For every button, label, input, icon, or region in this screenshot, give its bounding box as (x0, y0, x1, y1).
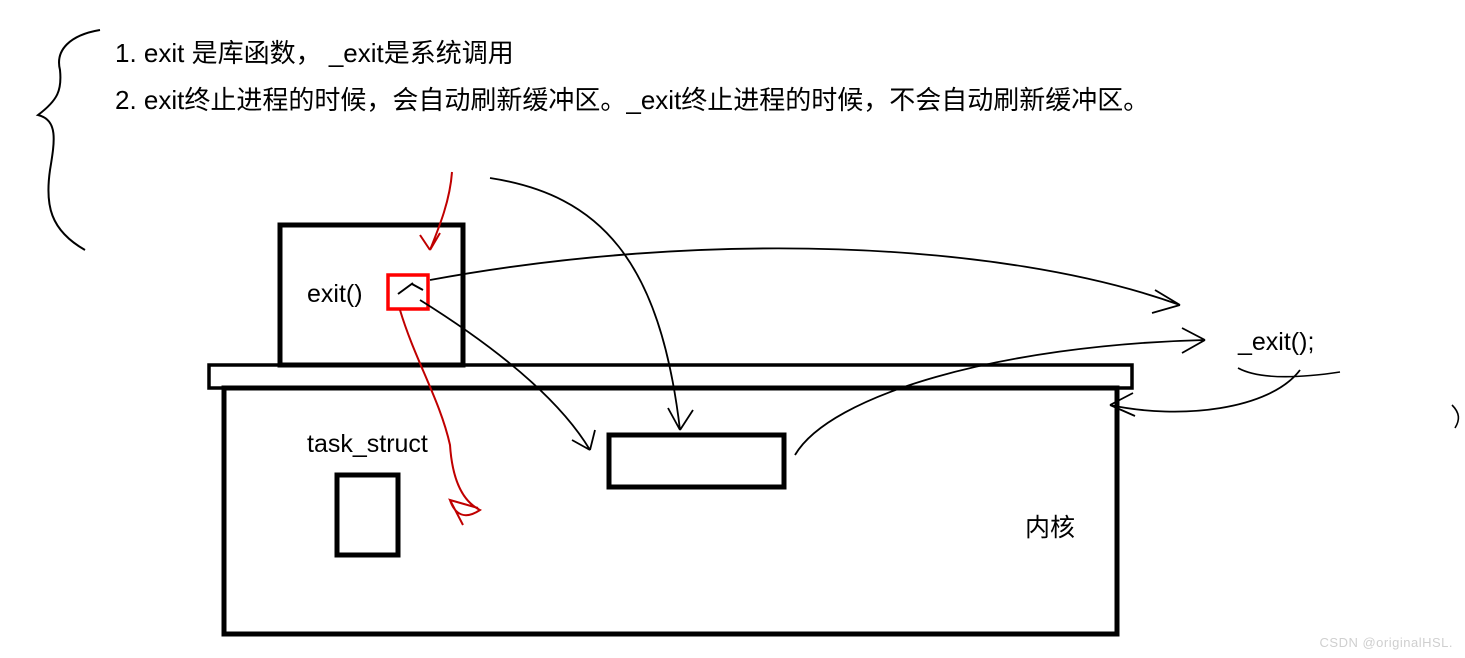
red-arrow-down (400, 310, 480, 525)
brace-sketch (38, 30, 100, 250)
arrow-exit-to-underscore-exit-top (430, 248, 1180, 313)
arrow-top-to-inner (490, 178, 693, 430)
red-box-scribble (398, 283, 423, 294)
diagram-svg (0, 0, 1465, 658)
red-highlight-box (388, 275, 428, 309)
right-edge-mark (1452, 405, 1458, 428)
kernel-inner-box (609, 435, 784, 487)
red-arrow-top (420, 172, 452, 250)
exit-box (280, 225, 463, 365)
kernel-box (224, 388, 1117, 634)
task-struct-box (337, 475, 398, 555)
arrow-inner-to-underscore-exit (795, 328, 1205, 455)
underscore-exit-squiggle (1238, 368, 1340, 377)
